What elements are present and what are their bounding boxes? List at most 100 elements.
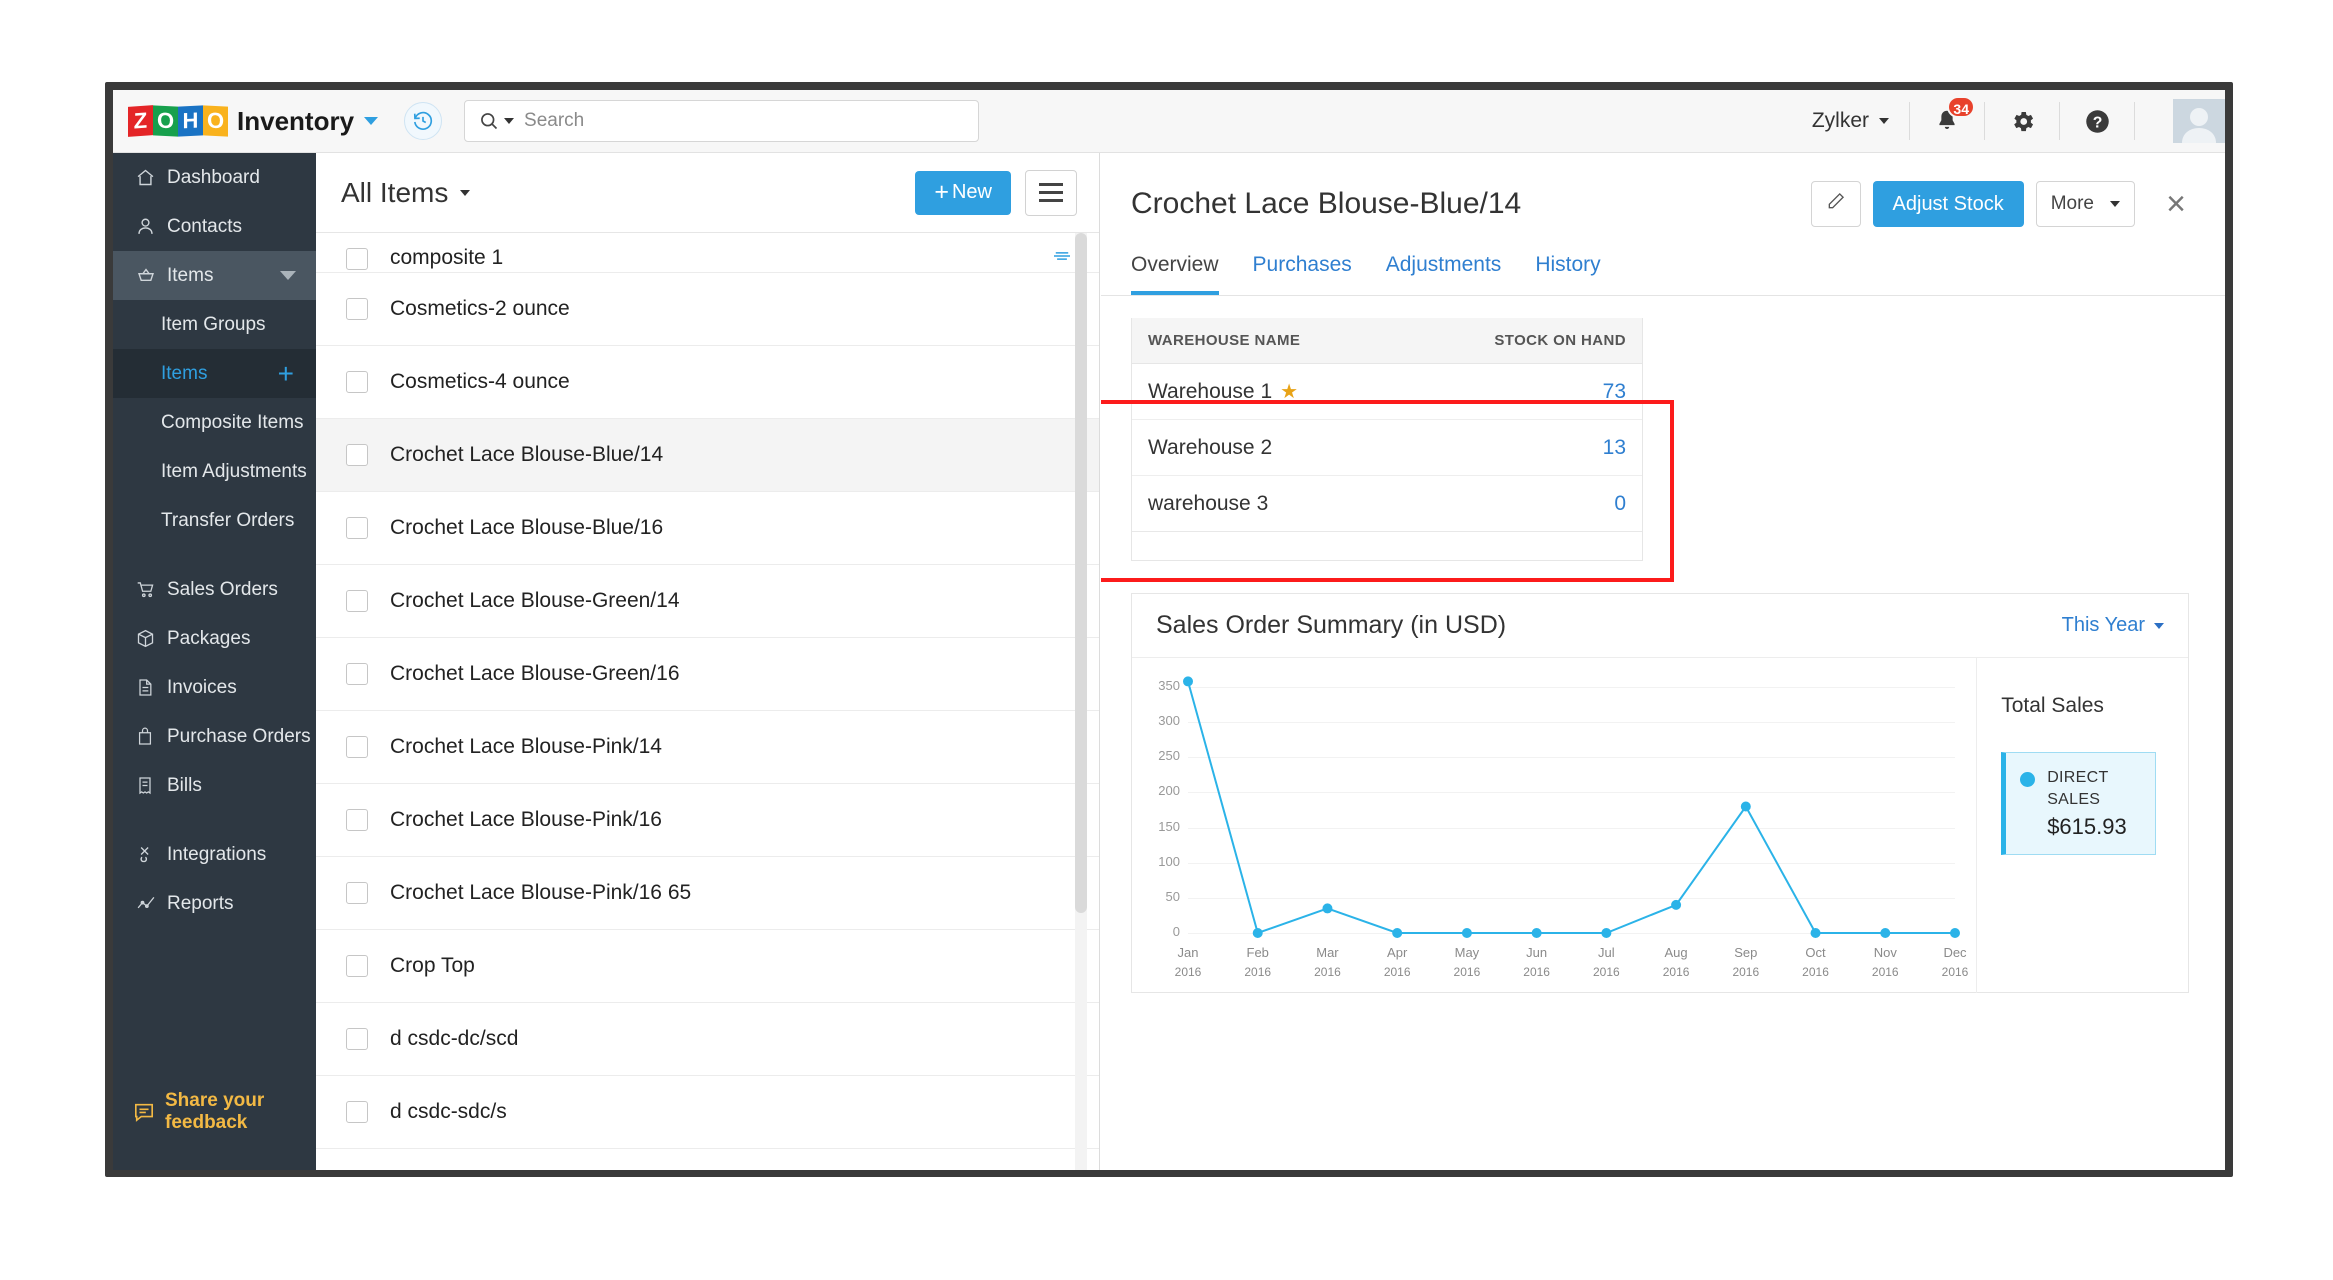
sidebar-item-packages[interactable]: Packages: [113, 614, 316, 663]
legend-item-direct-sales[interactable]: DIRECT SALES $615.93: [2001, 752, 2157, 856]
items-list[interactable]: composite 1 Cosmetics-2 ounce Cosmetics-…: [316, 233, 1099, 1170]
hamburger-icon[interactable]: [1025, 169, 1077, 216]
list-item[interactable]: Cosmetics-2 ounce: [316, 273, 1099, 346]
chart-data-point[interactable]: [1880, 928, 1891, 938]
history-clock-icon[interactable]: [404, 102, 443, 140]
table-row[interactable]: Warehouse 2 13: [1132, 420, 1642, 476]
search-input[interactable]: [524, 110, 955, 132]
chart-data-point[interactable]: [1810, 928, 1821, 938]
chart-data-point[interactable]: [1392, 928, 1403, 938]
chart-data-point[interactable]: [1322, 903, 1333, 914]
list-item[interactable]: Crop Top: [316, 930, 1099, 1003]
chart-data-point[interactable]: [1601, 928, 1612, 938]
column-header-stock-on-hand: STOCK ON HAND: [1494, 332, 1626, 349]
list-item[interactable]: Crochet Lace Blouse-Pink/14: [316, 711, 1099, 784]
tab-adjustments[interactable]: Adjustments: [1386, 253, 1502, 295]
detail-tabs: Overview Purchases Adjustments History: [1101, 253, 2225, 296]
chart-data-point[interactable]: [1252, 928, 1263, 938]
more-button[interactable]: More: [2035, 181, 2135, 227]
stock-on-hand-value[interactable]: 73: [1603, 380, 1626, 404]
tab-history[interactable]: History: [1535, 253, 1600, 295]
chevron-down-icon: [2110, 201, 2120, 207]
row-checkbox[interactable]: [346, 590, 368, 612]
sidebar-item-invoices[interactable]: Invoices: [113, 663, 316, 712]
tab-purchases[interactable]: Purchases: [1253, 253, 1352, 295]
row-checkbox[interactable]: [346, 298, 368, 320]
chevron-down-icon[interactable]: [364, 117, 379, 125]
sidebar-item-composite-items[interactable]: Composite Items: [113, 398, 316, 447]
chart-data-point[interactable]: [1531, 928, 1542, 938]
close-icon[interactable]: ×: [2157, 185, 2195, 223]
new-item-button[interactable]: + New: [915, 170, 1011, 215]
help-icon[interactable]: ?: [2080, 104, 2114, 138]
row-checkbox[interactable]: [346, 1028, 368, 1050]
chart-data-point[interactable]: [1950, 928, 1960, 938]
row-checkbox[interactable]: [346, 248, 368, 270]
search-bar[interactable]: [464, 100, 980, 142]
table-row[interactable]: warehouse 3 0: [1132, 476, 1642, 532]
composite-icon: [1051, 248, 1073, 270]
plug-icon: [135, 844, 161, 865]
search-scope-chevron-icon[interactable]: [504, 118, 515, 124]
sidebar-item-label: Integrations: [167, 843, 267, 865]
table-row[interactable]: Warehouse 1 ★ 73: [1132, 364, 1642, 420]
divider: [2059, 102, 2060, 140]
row-checkbox[interactable]: [346, 882, 368, 904]
list-title-label: All Items: [341, 176, 449, 208]
add-item-icon[interactable]: +: [278, 359, 294, 388]
list-item[interactable]: Crochet Lace Blouse-Pink/16: [316, 784, 1099, 857]
sidebar-item-items-sub[interactable]: Items +: [113, 349, 316, 398]
share-feedback-button[interactable]: Share your feedback: [113, 1090, 316, 1134]
sidebar-item-sales-orders[interactable]: Sales Orders: [113, 565, 316, 614]
sidebar-item-contacts[interactable]: Contacts: [113, 202, 316, 251]
row-checkbox[interactable]: [346, 1101, 368, 1123]
sales-summary-title: Sales Order Summary (in USD): [1156, 611, 1507, 639]
row-checkbox[interactable]: [346, 736, 368, 758]
chart-data-point[interactable]: [1671, 899, 1682, 910]
edit-button[interactable]: [1810, 181, 1861, 227]
period-dropdown[interactable]: This Year: [2062, 614, 2164, 637]
list-item[interactable]: d csdc-dc/scd: [316, 1003, 1099, 1076]
bag-icon: [135, 726, 161, 747]
list-item[interactable]: Crochet Lace Blouse-Blue/16: [316, 492, 1099, 565]
list-item-label: Crochet Lace Blouse-Green/14: [390, 589, 680, 612]
org-name-label: Zylker: [1811, 109, 1869, 132]
list-item[interactable]: Crochet Lace Blouse-Pink/16 65: [316, 857, 1099, 930]
row-checkbox[interactable]: [346, 444, 368, 466]
list-scrollbar-thumb[interactable]: [1075, 233, 1087, 913]
avatar[interactable]: [2173, 99, 2225, 143]
sidebar-item-items[interactable]: Items: [113, 251, 316, 300]
list-item[interactable]: d csdc-sdc/s: [316, 1076, 1099, 1149]
tab-overview[interactable]: Overview: [1131, 253, 1219, 295]
list-item[interactable]: Cosmetics-4 ounce: [316, 346, 1099, 419]
row-checkbox[interactable]: [346, 663, 368, 685]
org-switcher[interactable]: Zylker: [1812, 109, 1889, 133]
sidebar-item-integrations[interactable]: Integrations: [113, 830, 316, 879]
brand-logo[interactable]: Z O H O Inventory: [128, 105, 379, 137]
row-checkbox[interactable]: [346, 517, 368, 539]
list-item[interactable]: Crochet Lace Blouse-Green/16: [316, 638, 1099, 711]
row-checkbox[interactable]: [346, 809, 368, 831]
sales-line-chart[interactable]: 0 50 100 150 200 250 300 350 Jan 2016 Feb 2016 Mar 20…: [1132, 658, 1976, 993]
bell-icon[interactable]: 34: [1930, 96, 1975, 138]
gear-icon[interactable]: [2005, 104, 2039, 138]
list-item[interactable]: composite 1: [316, 233, 1099, 273]
list-item-selected[interactable]: Crochet Lace Blouse-Blue/14: [316, 419, 1099, 492]
stock-on-hand-value[interactable]: 13: [1603, 436, 1626, 460]
sidebar-item-bills[interactable]: Bills: [113, 761, 316, 810]
list-item[interactable]: Crochet Lace Blouse-Green/14: [316, 565, 1099, 638]
sidebar-item-item-adjustments[interactable]: Item Adjustments: [113, 447, 316, 496]
sidebar-item-item-groups[interactable]: Item Groups: [113, 300, 316, 349]
row-checkbox[interactable]: [346, 955, 368, 977]
row-checkbox[interactable]: [346, 371, 368, 393]
chart-data-point[interactable]: [1740, 801, 1751, 812]
sidebar-item-transfer-orders[interactable]: Transfer Orders: [113, 496, 316, 545]
list-filter-dropdown[interactable]: All Items: [341, 176, 471, 209]
sidebar-item-dashboard[interactable]: Dashboard: [113, 153, 316, 202]
chart-data-point[interactable]: [1183, 676, 1193, 687]
sidebar-item-reports[interactable]: Reports: [113, 879, 316, 928]
sidebar-item-purchase-orders[interactable]: Purchase Orders: [113, 712, 316, 761]
chart-data-point[interactable]: [1461, 928, 1472, 938]
adjust-stock-button[interactable]: Adjust Stock: [1872, 181, 2024, 227]
stock-on-hand-value[interactable]: 0: [1614, 492, 1626, 516]
